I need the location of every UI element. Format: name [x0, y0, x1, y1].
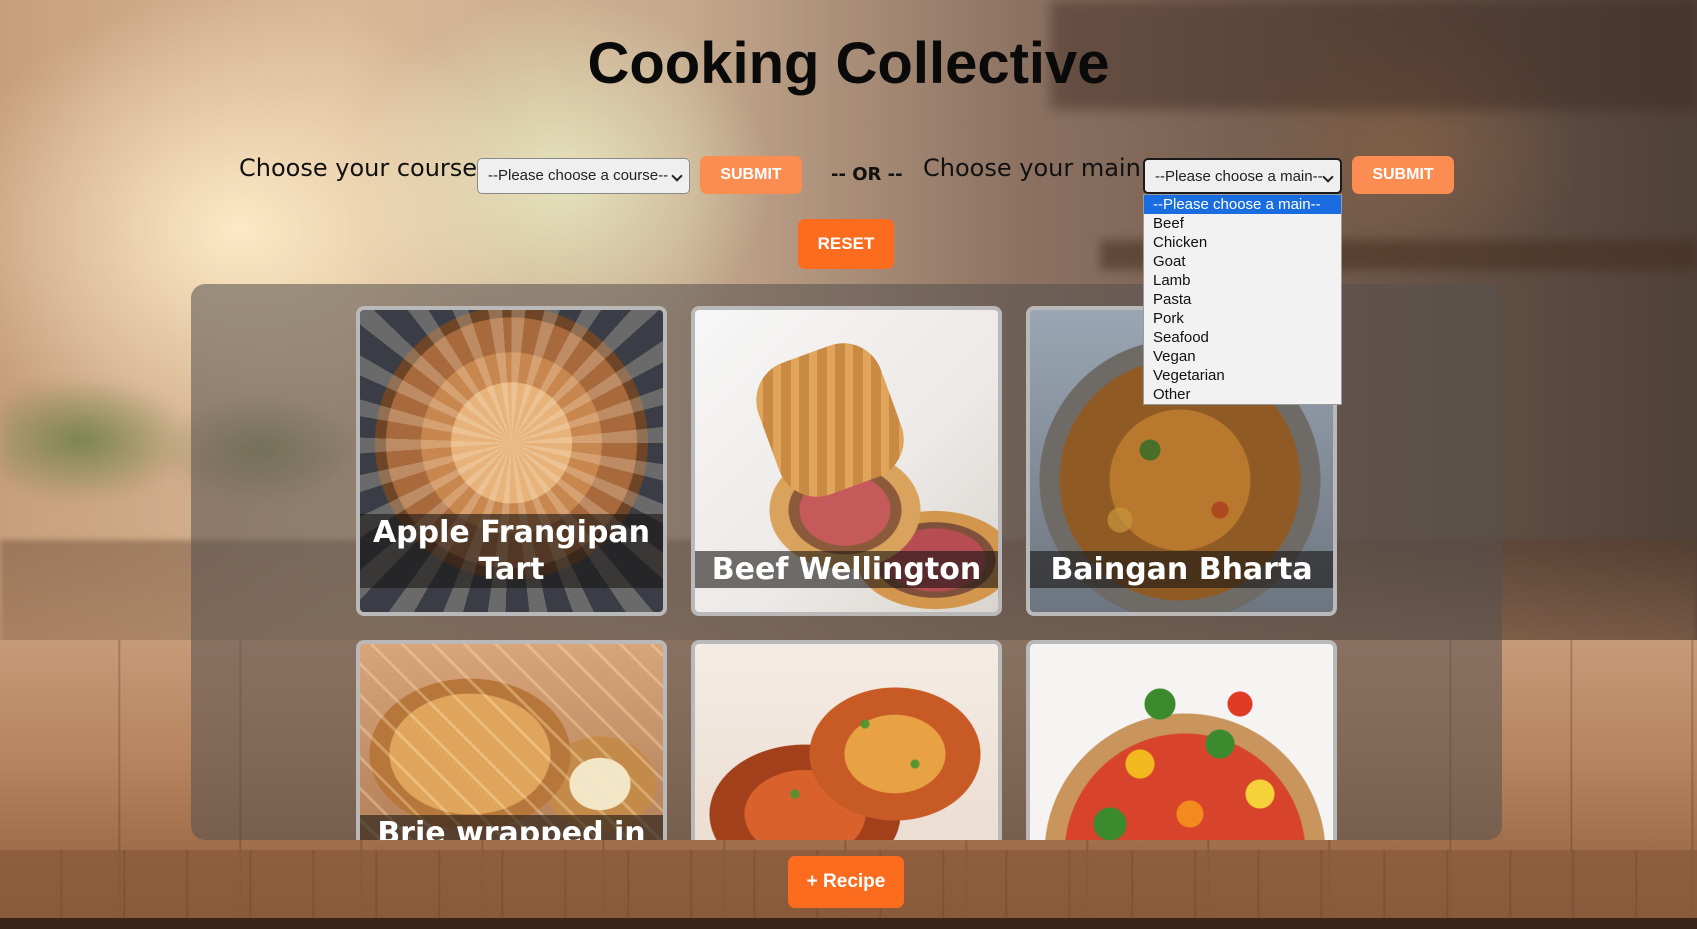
- main-dropdown-list: --Please choose a main-- Beef Chicken Go…: [1143, 194, 1342, 405]
- add-recipe-button[interactable]: + Recipe: [788, 856, 904, 908]
- main-option[interactable]: Pasta: [1144, 290, 1341, 309]
- reset-button[interactable]: RESET: [798, 219, 894, 269]
- course-label: Choose your course:: [239, 154, 486, 182]
- main-option[interactable]: --Please choose a main--: [1144, 195, 1341, 214]
- main-option[interactable]: Goat: [1144, 252, 1341, 271]
- recipe-image: [695, 644, 998, 840]
- main-option[interactable]: Lamb: [1144, 271, 1341, 290]
- main-option[interactable]: Beef: [1144, 214, 1341, 233]
- main-submit-button[interactable]: SUBMIT: [1352, 156, 1454, 194]
- page-title: Cooking Collective: [587, 31, 1110, 96]
- recipe-title: Baingan Bharta: [1030, 551, 1333, 588]
- recipe-card[interactable]: [691, 640, 1002, 840]
- recipe-title: Beef Wellington: [695, 551, 998, 588]
- chevron-down-icon: [671, 170, 683, 182]
- main-select[interactable]: --Please choose a main--: [1143, 158, 1342, 194]
- main-option[interactable]: Seafood: [1144, 328, 1341, 347]
- recipe-title: Apple Frangipan Tart: [360, 514, 663, 588]
- main-label: Choose your main:: [923, 154, 1149, 182]
- recipe-image: [360, 644, 663, 840]
- or-separator: -- OR --: [831, 164, 903, 185]
- main-option[interactable]: Vegan: [1144, 347, 1341, 366]
- main-option[interactable]: Pork: [1144, 309, 1341, 328]
- recipe-card[interactable]: Beef Wellington: [691, 306, 1002, 616]
- recipe-title: Brie wrapped in: [360, 815, 663, 840]
- main-option[interactable]: Other: [1144, 385, 1341, 404]
- main-option[interactable]: Vegetarian: [1144, 366, 1341, 385]
- course-select[interactable]: --Please choose a course--: [477, 158, 690, 194]
- course-submit-button[interactable]: SUBMIT: [700, 156, 802, 194]
- main-select-value: --Please choose a main--: [1155, 168, 1323, 185]
- recipe-card[interactable]: Apple Frangipan Tart: [356, 306, 667, 616]
- course-select-value: --Please choose a course--: [488, 167, 669, 184]
- recipe-image: [1030, 644, 1333, 840]
- chevron-down-icon: [1322, 171, 1334, 183]
- main-option[interactable]: Chicken: [1144, 233, 1341, 252]
- recipe-card[interactable]: [1026, 640, 1337, 840]
- recipe-card[interactable]: Brie wrapped in: [356, 640, 667, 840]
